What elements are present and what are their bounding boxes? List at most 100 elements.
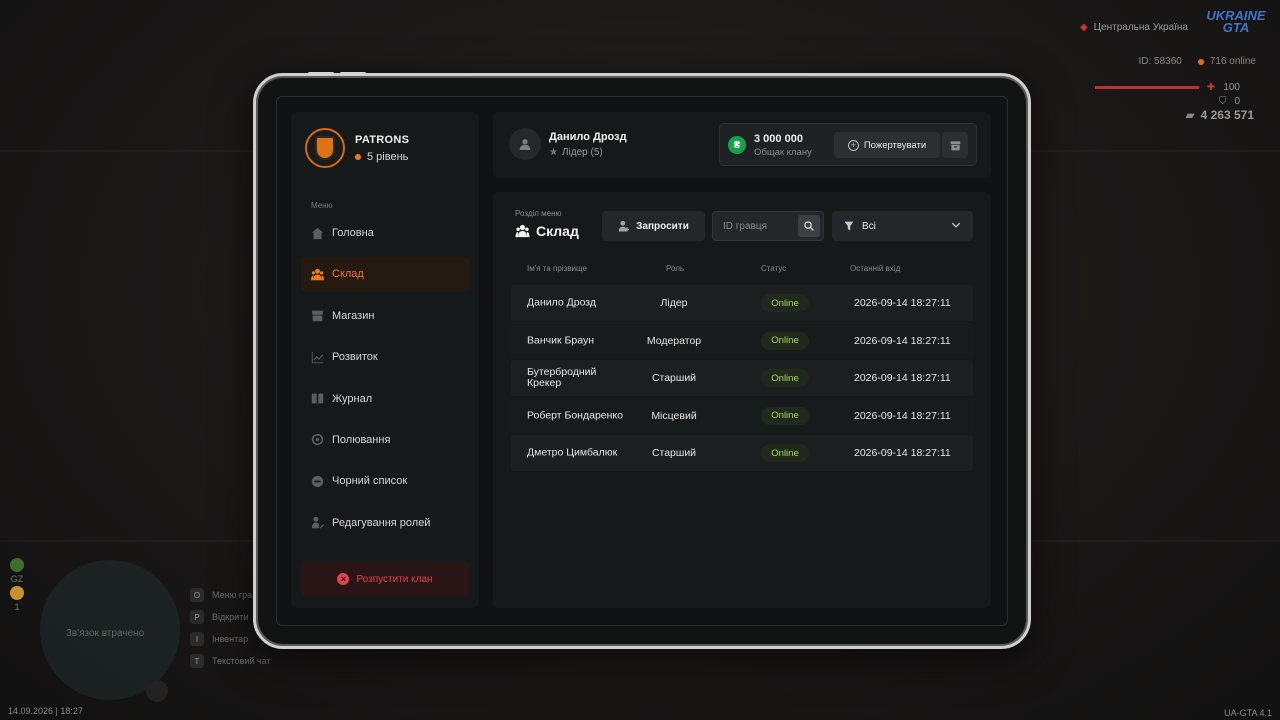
armor-indicator: ⛉ 0 xyxy=(1219,96,1240,107)
people-icon xyxy=(311,268,324,281)
sidebar-item-shop[interactable]: Магазин xyxy=(301,299,469,333)
key-cap: I xyxy=(190,632,204,646)
status-badge: Online xyxy=(761,294,809,312)
status-badges: GZ 1 xyxy=(10,558,24,612)
member-name: Дметро Цимбалюк xyxy=(527,446,618,459)
star-icon xyxy=(10,586,24,600)
sidebar-item-label: Полювання xyxy=(332,433,391,446)
sidebar-item-storage[interactable]: Склад xyxy=(301,257,469,292)
filter-icon xyxy=(844,221,854,231)
microphone-icon xyxy=(146,680,168,702)
user-header: Данило Дрозд ★ Лідер (5) ₴ 3 000 000 Обща… xyxy=(493,112,991,178)
menu-label: Меню xyxy=(311,201,333,210)
shop-icon xyxy=(311,310,324,322)
clan-emblem-icon xyxy=(315,136,335,160)
sidebar-item-hunting[interactable]: Полювання xyxy=(301,423,469,457)
table-row[interactable]: Бутербродний Крекер Старший Online 2026-… xyxy=(511,360,973,396)
hryvnia-coin-icon: ₴ xyxy=(728,136,746,154)
sidebar-item-journal[interactable]: Журнал xyxy=(301,382,469,416)
armor-value: 0 xyxy=(1234,96,1240,107)
level-dot-icon xyxy=(355,153,361,160)
sidebar-item-label: Магазин xyxy=(332,309,375,322)
invite-label: Запросити xyxy=(636,220,689,232)
health-bar-fill xyxy=(1094,86,1199,89)
member-role: Місцевий xyxy=(651,409,697,422)
table-row[interactable]: Роберт Бондаренко Місцевий Online 2026-0… xyxy=(511,397,973,434)
member-name: Данило Дрозд xyxy=(527,296,596,309)
members-table: Данило Дрозд Лідер Online 2026-09-14 18:… xyxy=(511,285,973,473)
health-value: 100 xyxy=(1223,82,1240,93)
disband-clan-button[interactable]: × Розпустити клан xyxy=(301,562,469,596)
tablet-button xyxy=(340,72,366,75)
table-row[interactable]: Данило Дрозд Лідер Online 2026-09-14 18:… xyxy=(511,285,973,321)
search-button[interactable] xyxy=(798,215,820,237)
clan-logo xyxy=(305,128,345,168)
key-cap: O xyxy=(190,588,204,602)
member-role: Старший xyxy=(651,372,697,384)
green-zone-label: GZ xyxy=(10,574,24,584)
hud-id-bar: ID: 58360 716 online xyxy=(1138,56,1256,67)
tablet-frame: PATRONS 5 рівень Меню Головна Склад Мага… xyxy=(253,72,1031,649)
column-role: Роль xyxy=(666,264,685,273)
role-filter-select[interactable]: Всі xyxy=(832,211,973,241)
sidebar-item-label: Розвиток xyxy=(332,351,378,364)
player-id-search xyxy=(712,211,824,241)
home-icon xyxy=(311,227,324,239)
minimap-status: Зв'язок втрачено xyxy=(65,628,145,639)
last-login: 2026-09-14 18:27:11 xyxy=(854,447,951,459)
close-icon: × xyxy=(337,573,350,585)
key-cap: P xyxy=(190,610,204,624)
member-name: Бутербродний Крекер xyxy=(527,366,597,389)
sidebar-item-label: Головна xyxy=(332,227,374,239)
player-id: ID: 58360 xyxy=(1138,56,1182,67)
sidebar: PATRONS 5 рівень Меню Головна Склад Мага… xyxy=(291,112,479,608)
user-icon xyxy=(519,139,531,150)
table-row[interactable]: Ванчик Браун Модератор Online 2026-09-14… xyxy=(511,322,973,359)
status-badge: Online xyxy=(761,406,809,425)
column-status: Статус xyxy=(761,264,787,273)
sidebar-item-development[interactable]: Розвиток xyxy=(301,340,469,374)
sidebar-item-label: Склад xyxy=(332,268,364,281)
green-zone-icon xyxy=(10,558,24,572)
player-id-input[interactable] xyxy=(713,212,797,240)
people-icon xyxy=(515,224,530,238)
invite-button[interactable]: Запросити xyxy=(602,211,705,241)
avatar xyxy=(509,128,541,160)
last-login: 2026-09-14 18:27:11 xyxy=(854,409,951,422)
filter-value: Всі xyxy=(862,220,876,232)
status-badge: Online xyxy=(761,444,809,462)
key-label: Текстовий чат xyxy=(212,656,271,666)
last-login: 2026-09-14 18:27:11 xyxy=(854,297,951,309)
members-panel: Розділ меню Склад Запросити Всі xyxy=(493,192,991,608)
member-role: Старший xyxy=(651,447,697,459)
user-edit-icon xyxy=(311,517,324,529)
clan-name: PATRONS xyxy=(355,133,410,146)
sidebar-item-blacklist[interactable]: Чорний список xyxy=(301,464,469,498)
column-last-login: Останній вхід xyxy=(850,264,901,273)
game-logo: UKRAINE GTA xyxy=(1206,8,1266,35)
key-cap: T xyxy=(190,654,204,668)
clan-level: 5 рівень xyxy=(355,151,409,163)
keybind-hint: T Текстовий чат xyxy=(190,654,271,668)
table-header: Ім'я та прізвище Роль Статус Останній вх… xyxy=(511,264,973,276)
add-user-icon xyxy=(618,220,630,232)
block-icon xyxy=(311,475,324,488)
status-badge: Online xyxy=(761,369,809,387)
datetime: 14.09.2026 | 18:27 xyxy=(8,706,83,716)
online-label: 716 online xyxy=(1209,56,1256,67)
online-dot-icon xyxy=(1197,58,1204,65)
money-indicator: ▰ 4 263 571 xyxy=(1185,108,1254,122)
clan-level-label: 5 рівень xyxy=(367,150,409,163)
archive-button[interactable] xyxy=(942,132,968,158)
sidebar-item-edit-roles[interactable]: Редагування ролей xyxy=(301,506,469,540)
star-icon: ★ xyxy=(549,146,558,158)
table-row[interactable]: Дметро Цимбалюк Старший Online 2026-09-1… xyxy=(511,435,973,471)
sidebar-item-home[interactable]: Головна xyxy=(301,216,469,250)
clan-header: PATRONS 5 рівень xyxy=(305,128,409,168)
plus-circle-icon: + xyxy=(847,139,859,151)
page-title: Склад xyxy=(515,223,579,239)
wanted-level: 1 xyxy=(14,602,20,612)
donate-button[interactable]: + Пожертвувати xyxy=(834,132,940,158)
sidebar-item-label: Чорний список xyxy=(332,475,408,488)
search-icon xyxy=(804,221,814,231)
